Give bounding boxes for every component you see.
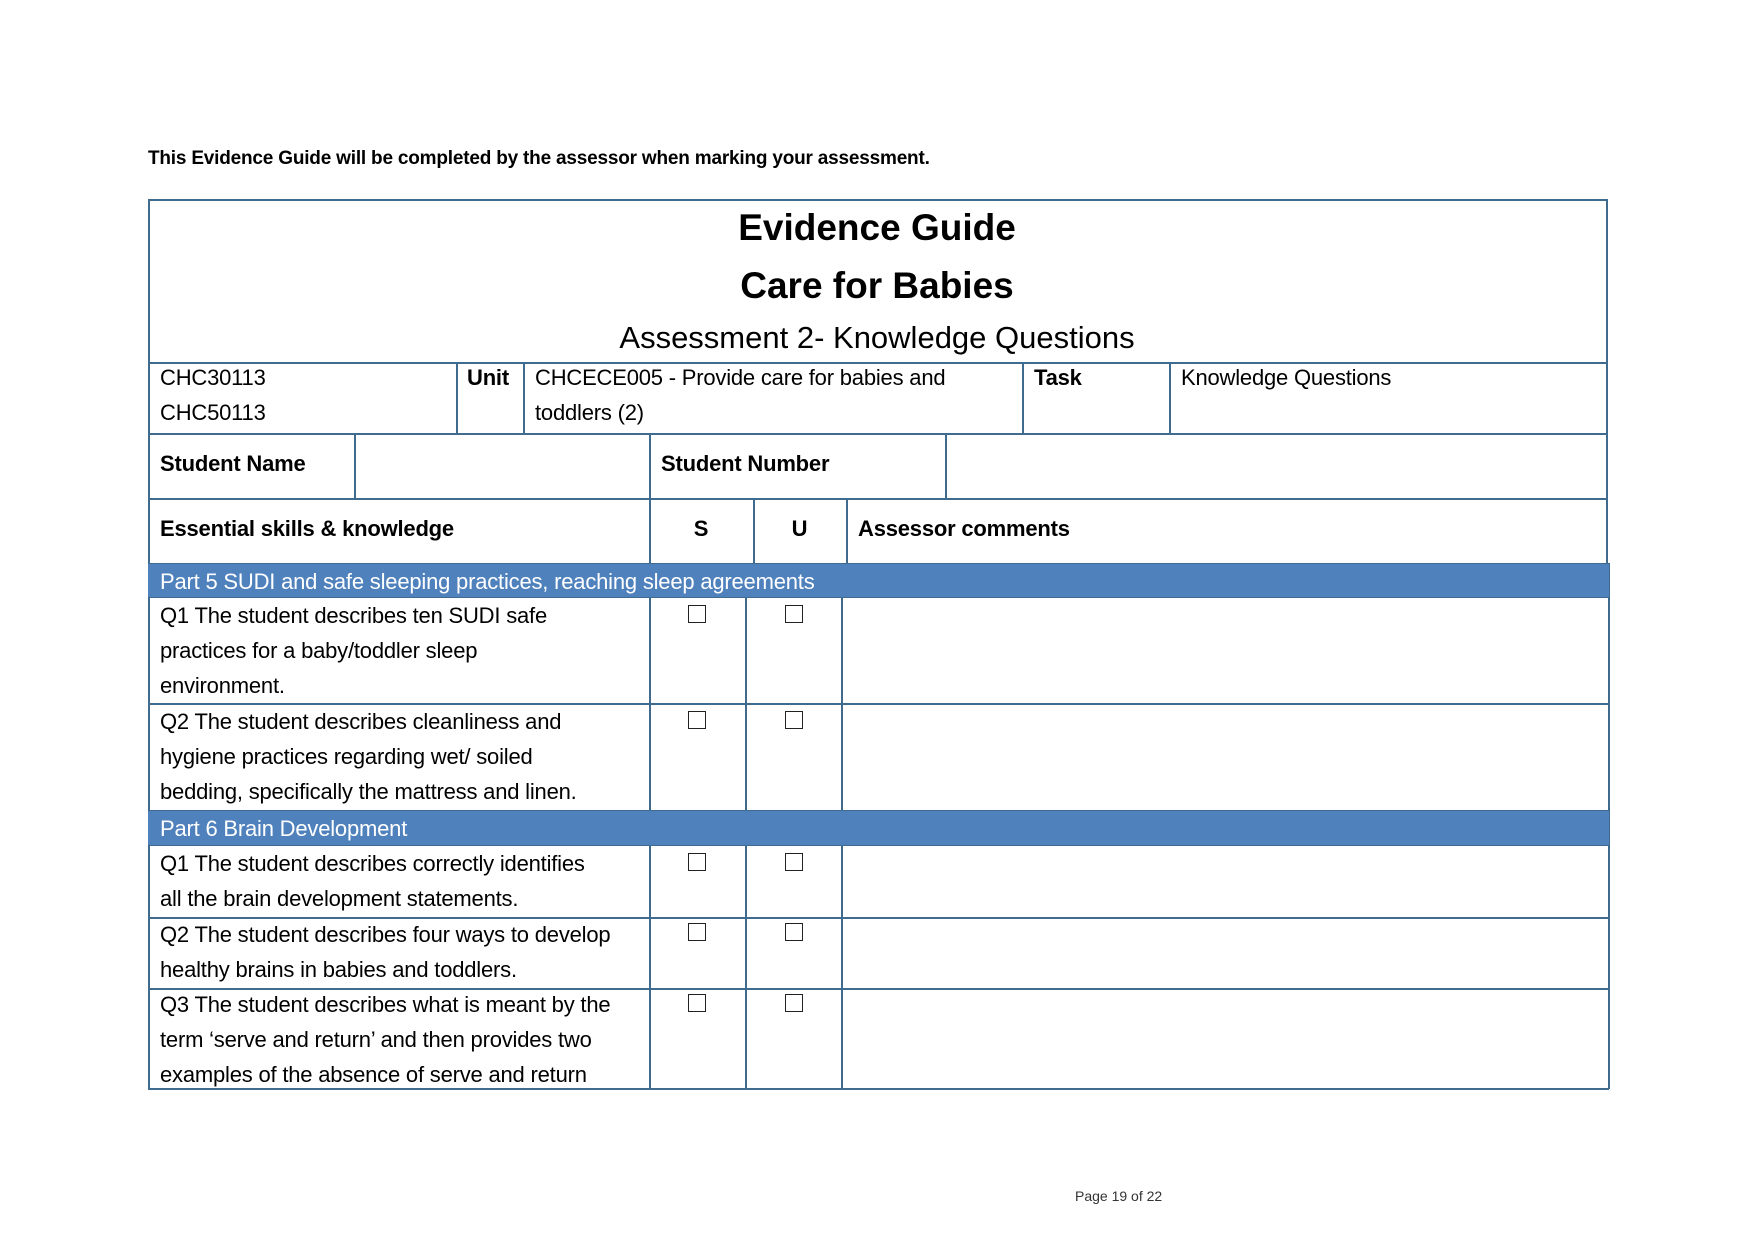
question-text: Q1 The student describes correctly ident…	[160, 851, 585, 876]
table-border-bottom	[148, 1088, 1609, 1090]
table-border-top	[148, 199, 1607, 201]
col-divider	[649, 846, 651, 1089]
unit-value-line2: toddlers (2)	[535, 400, 644, 425]
student-name-label: Student Name	[160, 451, 306, 476]
assessor-comment-field[interactable]	[843, 848, 1607, 916]
col-divider	[649, 433, 651, 498]
question-text: bedding, specifically the mattress and l…	[160, 779, 577, 804]
assessor-comments-header: Assessor comments	[858, 516, 1070, 541]
task-label: Task	[1034, 365, 1082, 390]
skills-header: Essential skills & knowledge	[160, 516, 454, 541]
unsatisfactory-checkbox[interactable]	[785, 605, 803, 623]
question-text: Q2 The student describes cleanliness and	[160, 709, 562, 734]
satisfactory-checkbox[interactable]	[688, 923, 706, 941]
col-divider	[745, 846, 747, 1089]
student-name-field[interactable]	[356, 435, 648, 497]
question-text: healthy brains in babies and toddlers.	[160, 957, 517, 982]
assessor-comment-field[interactable]	[843, 919, 1607, 987]
satisfactory-checkbox[interactable]	[688, 605, 706, 623]
col-divider	[456, 362, 458, 433]
section-title: Part 5 SUDI and safe sleeping practices,…	[160, 569, 815, 594]
section-title: Part 6 Brain Development	[160, 816, 408, 841]
unsatisfactory-checkbox[interactable]	[785, 994, 803, 1012]
unsatisfactory-checkbox[interactable]	[785, 853, 803, 871]
assessor-comment-field[interactable]	[843, 705, 1607, 809]
section-header-part-5: Part 5 SUDI and safe sleeping practices,…	[148, 563, 1609, 598]
satisfactory-checkbox[interactable]	[688, 853, 706, 871]
table-border-right-upper	[1606, 199, 1608, 563]
question-text: all the brain development statements.	[160, 886, 519, 911]
question-text: hygiene practices regarding wet/ soiled	[160, 744, 533, 769]
question-text: Q3 The student describes what is meant b…	[160, 992, 611, 1017]
question-text: environment.	[160, 673, 285, 698]
assessor-comment-field[interactable]	[843, 990, 1607, 1088]
page-number: Page 19 of 22	[1075, 1188, 1163, 1204]
qualification-code: CHC50113	[160, 400, 266, 425]
title-care-for-babies: Care for Babies	[740, 265, 1014, 306]
question-text: Q1 The student describes ten SUDI safe	[160, 603, 547, 628]
section-header-part-6: Part 6 Brain Development	[148, 810, 1609, 846]
question-text: practices for a baby/toddler sleep	[160, 638, 478, 663]
unit-value-line1: CHCECE005 - Provide care for babies and	[535, 365, 946, 390]
col-divider	[1169, 362, 1171, 433]
question-text: examples of the absence of serve and ret…	[160, 1062, 587, 1087]
title-assessment: Assessment 2- Knowledge Questions	[619, 320, 1135, 355]
col-divider	[523, 362, 525, 433]
unsatisfactory-checkbox[interactable]	[785, 923, 803, 941]
unsatisfactory-checkbox[interactable]	[785, 711, 803, 729]
satisfactory-checkbox[interactable]	[688, 994, 706, 1012]
assessor-comment-field[interactable]	[843, 600, 1607, 702]
student-number-field[interactable]	[947, 435, 1605, 497]
row-divider	[148, 498, 1607, 500]
unit-label: Unit	[467, 365, 509, 390]
title-evidence-guide: Evidence Guide	[738, 207, 1016, 248]
unsatisfactory-header: U	[791, 516, 808, 541]
satisfactory-checkbox[interactable]	[688, 711, 706, 729]
col-divider	[846, 498, 848, 563]
col-divider	[1022, 362, 1024, 433]
student-number-label: Student Number	[661, 451, 830, 476]
task-value: Knowledge Questions	[1181, 365, 1392, 390]
satisfactory-header: S	[693, 516, 709, 541]
intro-instruction: This Evidence Guide will be completed by…	[148, 148, 930, 169]
qualification-code: CHC30113	[160, 365, 266, 390]
question-text: Q2 The student describes four ways to de…	[160, 922, 611, 947]
question-text: term ‘serve and return’ and then provide…	[160, 1027, 592, 1052]
